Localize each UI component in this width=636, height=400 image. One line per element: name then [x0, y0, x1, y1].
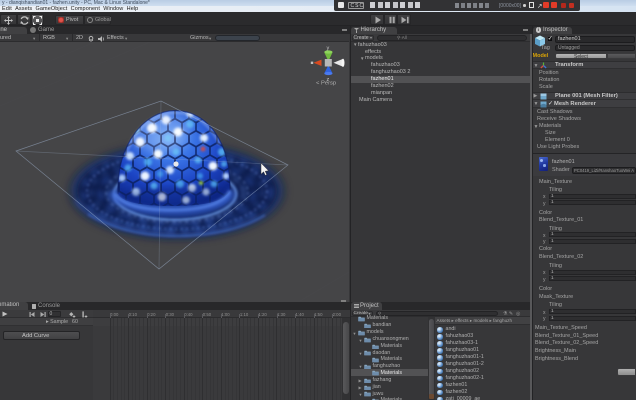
svg-text:< Persp: < Persp [316, 81, 336, 87]
